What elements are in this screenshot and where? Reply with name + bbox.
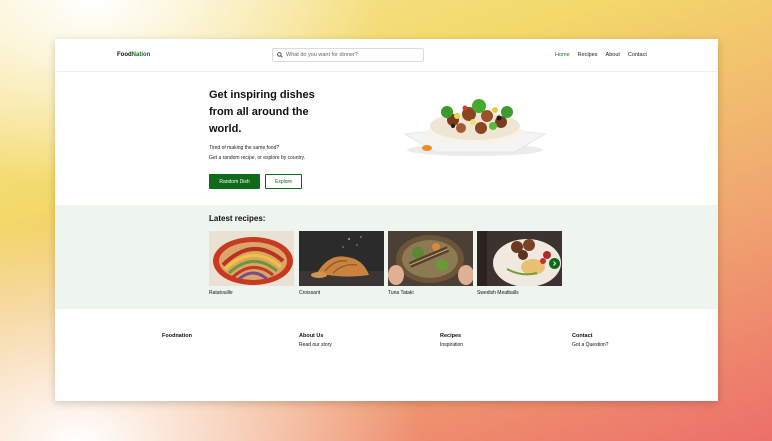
browser-window: FoodNation Home Recipes About Contact Ge…: [55, 39, 718, 401]
tuna-tataki-image: [388, 231, 473, 286]
footer-recipes-column: Recipes Inspiration: [440, 333, 463, 348]
recipe-name: Croissant: [299, 290, 321, 296]
footer-link-question[interactable]: Got a Question?: [572, 342, 608, 348]
nav-about[interactable]: About: [606, 52, 620, 58]
recipe-card-ratatouille[interactable]: Ratatouille: [209, 231, 294, 296]
logo-text: Food: [117, 52, 132, 58]
recipe-card-tuna-tataki[interactable]: Tuna Tataki: [388, 231, 473, 296]
footer-brand: Foodnation: [162, 333, 192, 339]
search-icon: [277, 52, 283, 58]
nav-contact[interactable]: Contact: [628, 52, 647, 58]
hero-subtitle-line-2: Get a random recipe, or explore by count…: [209, 155, 306, 161]
swedish-meatballs-image: [477, 231, 562, 286]
search-bar[interactable]: [272, 48, 424, 62]
top-navbar: FoodNation Home Recipes About Contact: [55, 39, 718, 72]
footer-link-inspiration[interactable]: Inspiration: [440, 342, 463, 348]
recipe-name: Ratatouille: [209, 290, 233, 296]
ratatouille-image: [209, 231, 294, 286]
hero-dish-image: [403, 99, 547, 156]
nav-home[interactable]: Home: [555, 52, 570, 58]
explore-button[interactable]: Explore: [265, 174, 302, 189]
croissant-image: [299, 231, 384, 286]
main-menu: Home Recipes About Contact: [555, 52, 647, 58]
footer-contact-column: Contact Got a Question?: [572, 333, 608, 348]
footer-link-story[interactable]: Read our story: [299, 342, 332, 348]
logo[interactable]: FoodNation: [117, 52, 150, 58]
latest-recipes-title: Latest recipes:: [209, 214, 266, 223]
footer-heading: About Us: [299, 333, 324, 339]
latest-recipes-section: Latest recipes: Ratatouille Croissant Tu…: [55, 205, 718, 309]
hero-title: Get inspiring dishes from all around the…: [209, 89, 315, 135]
hero-subtitle-line-1: Tired of making the same food?: [209, 145, 280, 151]
search-input[interactable]: [286, 52, 416, 58]
carousel-next-button[interactable]: [549, 258, 560, 269]
random-dish-button[interactable]: Random Dish: [209, 174, 260, 189]
footer-about-column: About Us Read our story: [299, 333, 332, 348]
footer-heading: Contact: [572, 333, 593, 339]
recipe-card-croissant[interactable]: Croissant: [299, 231, 384, 296]
footer-heading: Recipes: [440, 333, 462, 339]
hero-subtitle: Tired of making the same food? Get a ran…: [209, 143, 305, 163]
recipe-name: Tuna Tataki: [388, 290, 414, 296]
chevron-right-icon: [553, 261, 557, 266]
logo-text-accent: Nation: [131, 52, 151, 58]
nav-recipes[interactable]: Recipes: [578, 52, 598, 58]
recipe-name: Swedish Meatballs: [477, 290, 519, 296]
